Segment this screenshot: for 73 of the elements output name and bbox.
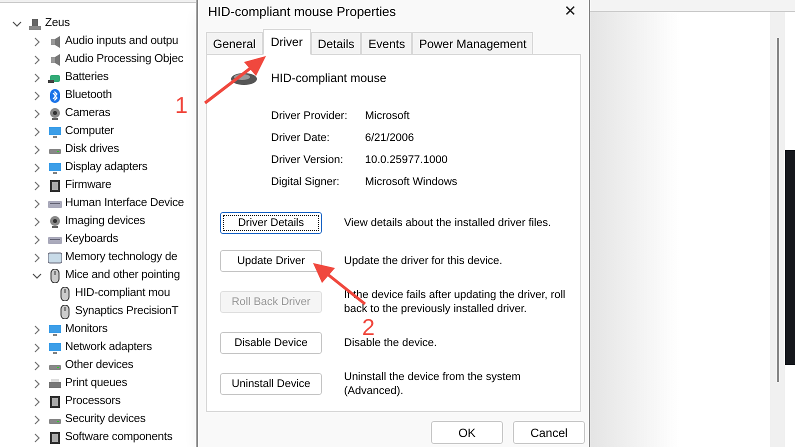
close-button[interactable]: ✕ [560,0,581,24]
mouse-icon [229,70,259,86]
tree-item[interactable]: Memory technology de [65,249,178,267]
action-description: Update the driver for this device. [344,254,504,268]
tree-item[interactable]: Display adapters [65,159,148,177]
property-value: Microsoft Windows [365,175,458,190]
property-value: 10.0.25977.1000 [365,153,448,168]
dialog-button[interactable]: OK [431,421,503,444]
tree-item[interactable]: Human Interface Device [65,195,184,213]
tree-item[interactable]: Firmware [65,177,112,195]
tab[interactable]: General [206,32,263,54]
tree-item[interactable]: Keyboards [65,231,118,249]
chip-icon [48,395,62,409]
tree-item[interactable]: Security devices [65,411,146,429]
monitor-icon [48,323,62,337]
property-value: 6/21/2006 [365,131,414,146]
tree-item[interactable]: Disk drives [65,141,120,159]
tab[interactable]: Driver [262,29,311,55]
window-title: HID-compliant mouse Properties [208,3,396,22]
driver-action-button[interactable]: Driver Details [220,212,322,234]
tab[interactable]: Details [310,32,362,54]
monitor-icon [48,161,62,175]
tree-item[interactable]: Bluetooth [65,87,112,105]
tab[interactable]: Power Management [412,32,534,54]
property-label: Driver Date: [271,131,331,146]
tree-item[interactable]: Other devices [65,357,134,375]
tab[interactable]: Events [361,32,412,54]
tree-item[interactable]: Print queues [65,375,128,393]
tree-item[interactable]: Processors [65,393,121,411]
tree-item[interactable]: Batteries [65,69,109,87]
tree-item[interactable]: Imaging devices [65,213,146,231]
action-description: Disable the device. [344,336,438,350]
tree-item[interactable]: Monitors [65,321,108,339]
mouse-icon [58,287,72,301]
chip-icon [48,179,62,193]
tree-item[interactable]: Computer [65,123,114,141]
property-label: Digital Signer: [271,175,340,190]
mouse-icon [58,305,72,319]
driver-action-button[interactable]: Uninstall Device [220,373,322,395]
camera-icon [48,215,62,229]
printer-icon [48,377,62,391]
action-description: View details about the installed driver files. [344,216,552,230]
tree-item[interactable]: Software components [65,429,172,447]
annotation-number: 2 [362,316,375,339]
annotation-number: 1 [175,94,188,117]
camera-icon [48,107,62,121]
tree-item[interactable]: Zeus [45,15,70,33]
speaker-icon [48,35,62,49]
property-value: Microsoft [365,109,410,124]
monitor-icon [48,125,62,139]
tree-item[interactable]: Synaptics PrecisionT [75,303,178,321]
property-label: Driver Provider: [271,109,348,124]
dialog-button[interactable]: Cancel [513,421,585,444]
mouse-icon [48,269,62,283]
driver-action-button[interactable]: Update Driver [220,250,322,272]
card-icon [48,251,62,265]
action-description: Uninstall the device from the system (Advanced). [344,370,522,398]
scrollbar[interactable] [770,12,785,447]
tree-item[interactable]: Audio inputs and outpu [65,33,178,51]
tree-item[interactable]: HID-compliant mou [75,285,170,303]
speaker-icon [48,53,62,67]
computer-icon [28,17,42,31]
annotation-arrow [204,56,266,104]
bluetooth-icon [48,89,62,103]
driver-action-button[interactable]: Disable Device [220,332,322,354]
property-label: Driver Version: [271,153,344,168]
monitor-icon [48,341,62,355]
tree-item[interactable]: Cameras [65,105,110,123]
tree-item[interactable]: Network adapters [65,339,152,357]
device-name: HID-compliant mouse [271,70,386,87]
tree-item[interactable]: Audio Processing Objec [65,51,184,69]
chip-icon [48,431,62,445]
tree-item[interactable]: Mice and other pointing [65,267,180,285]
